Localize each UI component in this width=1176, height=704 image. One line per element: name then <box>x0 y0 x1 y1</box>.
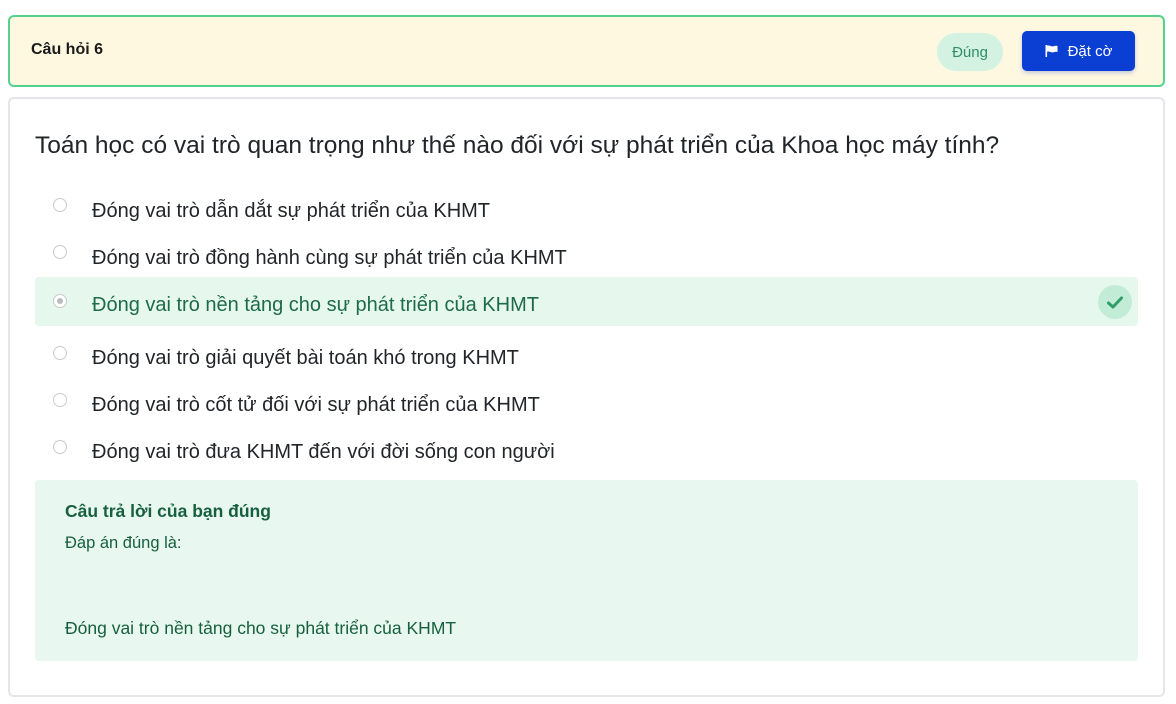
feedback-title: Câu trả lời của bạn đúng <box>65 501 271 521</box>
question-header: Câu hỏi 6 Đúng Đặt cờ <box>8 15 1165 87</box>
correct-answer-text: Đóng vai trò nền tảng cho sự phát triển … <box>65 618 457 638</box>
answer-option-6[interactable]: Đóng vai trò đưa KHMT đến với đời sống c… <box>35 436 1138 484</box>
flag-button-label: Đặt cờ <box>1067 42 1113 60</box>
answer-option-label: Đóng vai trò dẫn dắt sự phát triển của K… <box>92 200 491 222</box>
radio-button[interactable] <box>53 440 67 454</box>
answer-option-label: Đóng vai trò giải quyết bài toán khó tro… <box>92 347 519 369</box>
question-card: Toán học có vai trò quan trọng như thế n… <box>8 97 1165 697</box>
flag-button[interactable]: Đặt cờ <box>1022 31 1135 71</box>
feedback-panel: Câu trả lời của bạn đúng Đáp án đúng là:… <box>35 480 1138 661</box>
correct-answer-label: Đáp án đúng là: <box>65 534 182 552</box>
answer-option-1[interactable]: Đóng vai trò dẫn dắt sự phát triển của K… <box>35 194 1138 242</box>
answer-option-label: Đóng vai trò cốt tử đối với sự phát triể… <box>92 394 540 416</box>
answer-option-3[interactable]: Đóng vai trò nền tảng cho sự phát triển … <box>35 277 1138 326</box>
radio-button[interactable] <box>53 346 67 360</box>
answer-option-5[interactable]: Đóng vai trò cốt tử đối với sự phát triể… <box>35 389 1138 437</box>
flag-icon <box>1045 45 1058 57</box>
answer-option-label: Đóng vai trò đồng hành cùng sự phát triể… <box>92 247 567 269</box>
answer-option-4[interactable]: Đóng vai trò giải quyết bài toán khó tro… <box>35 342 1138 390</box>
check-icon <box>1098 285 1132 319</box>
answer-option-label: Đóng vai trò đưa KHMT đến với đời sống c… <box>92 441 555 463</box>
radio-button[interactable] <box>53 294 67 308</box>
question-text: Toán học có vai trò quan trọng như thế n… <box>35 132 1000 159</box>
answer-option-label: Đóng vai trò nền tảng cho sự phát triển … <box>92 294 539 316</box>
question-number: Câu hỏi 6 <box>31 41 104 58</box>
radio-button[interactable] <box>53 198 67 212</box>
radio-button[interactable] <box>53 245 67 259</box>
status-badge: Đúng <box>937 33 1003 71</box>
radio-button[interactable] <box>53 393 67 407</box>
